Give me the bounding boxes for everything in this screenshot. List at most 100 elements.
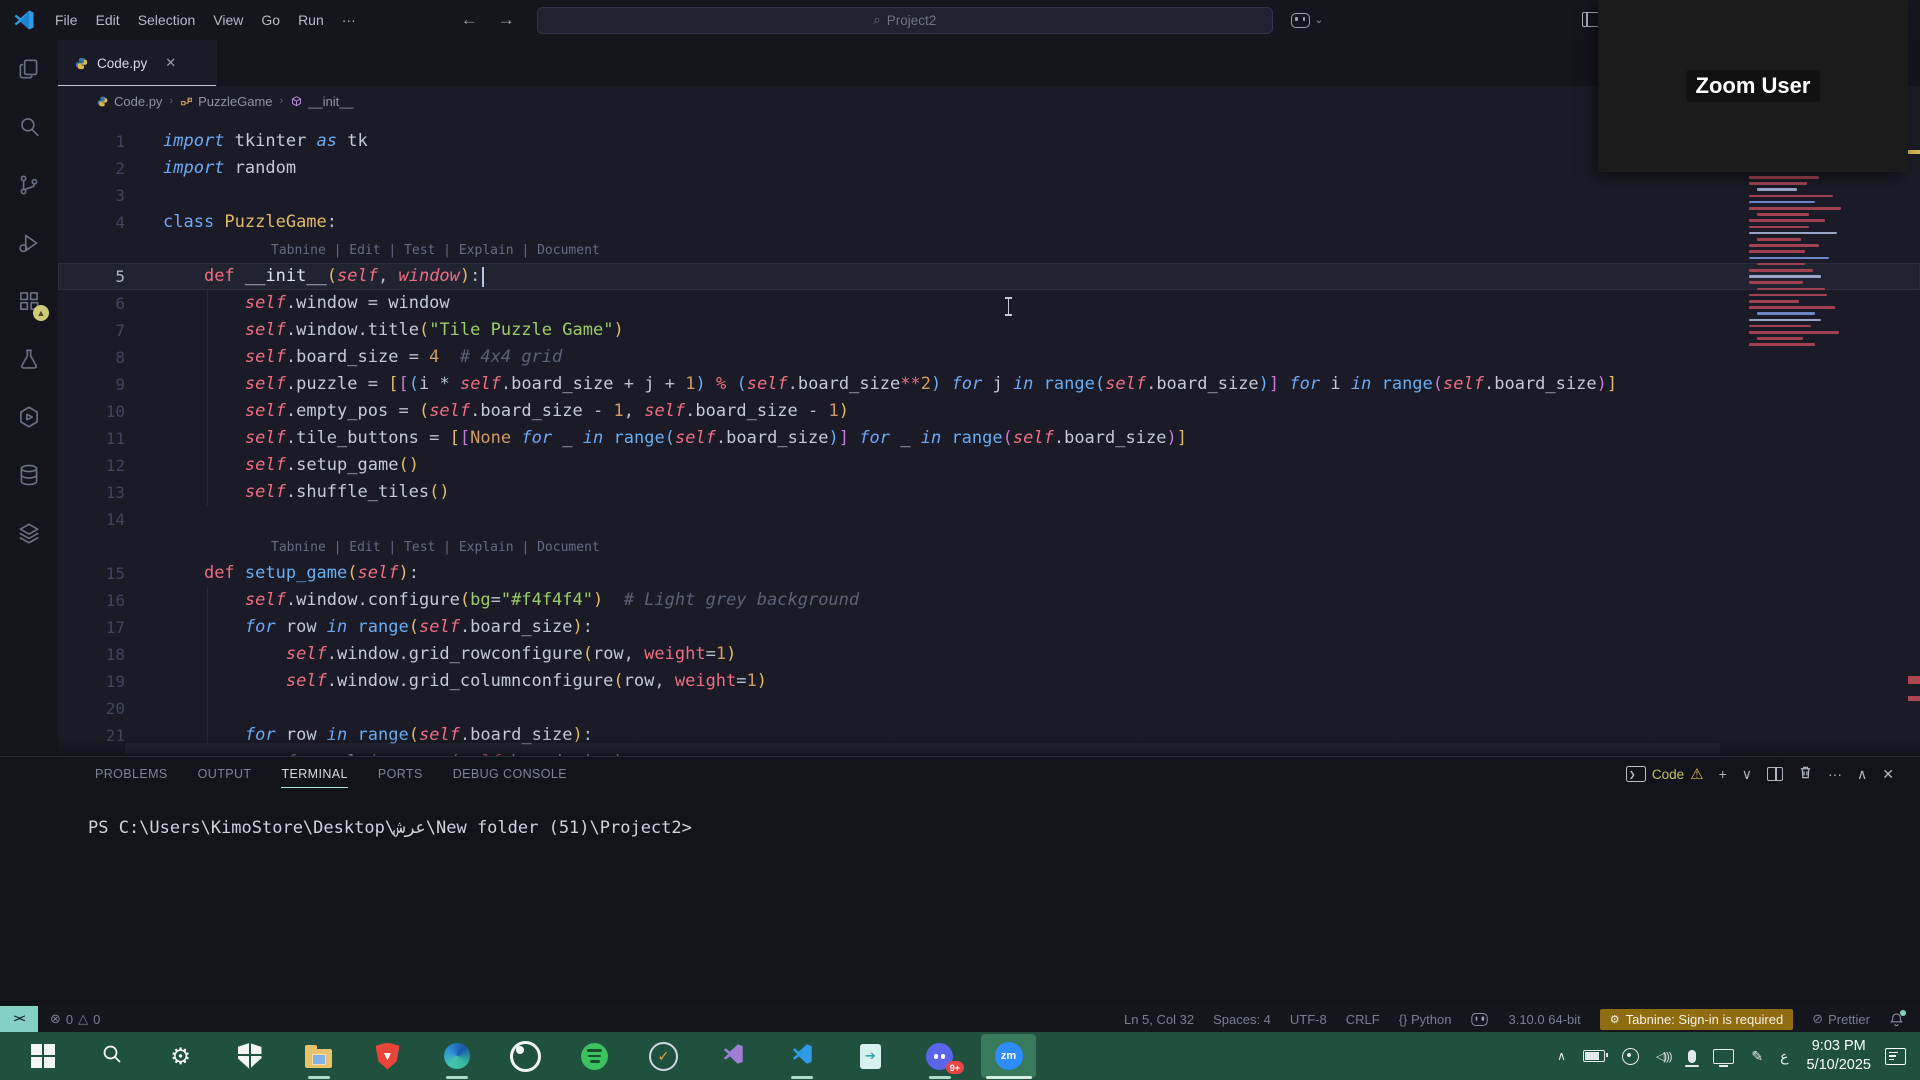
command-center-search[interactable]: ⌕ Project2	[537, 7, 1273, 34]
activitybar-hex-tool[interactable]	[0, 388, 58, 446]
status-python-version[interactable]: 3.10.0 64-bit	[1508, 1012, 1580, 1027]
taskbar-vscode-button[interactable]	[767, 1032, 836, 1080]
panel-tab-terminal[interactable]: TERMINAL	[281, 767, 347, 788]
activitybar-extensions[interactable]: ▲	[0, 272, 58, 330]
camera-icon[interactable]	[1622, 1048, 1639, 1065]
status-language[interactable]: {} Python	[1399, 1012, 1452, 1027]
codelens-row[interactable]: Tabnine | Edit | Test | Explain | Docume…	[58, 533, 1920, 560]
taskbar-zoom-button[interactable]: zm	[974, 1032, 1043, 1080]
codelens-links[interactable]: Tabnine | Edit | Test | Explain | Docume…	[271, 533, 600, 560]
code-line[interactable]: 5 def __init__(self, window):	[58, 263, 1920, 290]
copilot-menu[interactable]: ⌄	[1291, 13, 1323, 28]
taskbar-discord-button[interactable]: 9+	[905, 1032, 974, 1080]
plus-icon[interactable]: +	[1719, 766, 1727, 782]
status-notifications[interactable]	[1889, 1012, 1904, 1027]
activitybar-source-control[interactable]	[0, 156, 58, 214]
ellipsis-icon[interactable]: ···	[1828, 766, 1842, 782]
panel-tab-debug-console[interactable]: DEBUG CONSOLE	[453, 767, 567, 788]
code-line[interactable]: 14	[58, 506, 1920, 533]
battery-icon[interactable]	[1583, 1050, 1605, 1062]
taskbar-foxit-button[interactable]: ➔	[836, 1032, 905, 1080]
close-icon[interactable]: ✕	[1882, 766, 1894, 783]
chevron-up-icon[interactable]: ∧	[1857, 766, 1867, 783]
taskbar-spotify-button[interactable]	[560, 1032, 629, 1080]
menu-view[interactable]: View	[204, 8, 252, 32]
language-indicator[interactable]: ع	[1780, 1048, 1788, 1065]
terminal[interactable]: PS C:\Users\KimoStore\Desktop\عرش\New fo…	[0, 788, 1920, 838]
code-line[interactable]: 15 def setup_game(self):	[58, 560, 1920, 587]
editor-scrollbar[interactable]	[1908, 40, 1920, 756]
status-problems[interactable]: ⊗ 0 △ 0	[50, 1011, 100, 1027]
activitybar-layers[interactable]	[0, 504, 58, 562]
breadcrumb-item-Code.py[interactable]: Code.py	[96, 94, 162, 109]
activitybar-run-debug[interactable]	[0, 214, 58, 272]
tab-code-py[interactable]: Code.py ✕	[58, 40, 217, 86]
speaker-icon[interactable]: ◁)))	[1656, 1050, 1671, 1063]
panel-tab-output[interactable]: OUTPUT	[198, 767, 252, 788]
status-tabnine[interactable]: ⚙Tabnine: Sign-in is required	[1600, 1009, 1793, 1030]
taskbar-settings-button[interactable]: ⚙	[146, 1032, 215, 1080]
forward-icon[interactable]: →	[498, 10, 515, 30]
codelens-row[interactable]: Tabnine | Edit | Test | Explain | Docume…	[58, 236, 1920, 263]
menu-go[interactable]: Go	[252, 8, 289, 32]
code-line[interactable]: 13 self.shuffle_tiles()	[58, 479, 1920, 506]
status-copilot[interactable]	[1470, 1012, 1489, 1027]
taskbar-search-button[interactable]	[77, 1032, 146, 1080]
code-line[interactable]: 7 self.window.title("Tile Puzzle Game")	[58, 317, 1920, 344]
taskbar-brave-button[interactable]: ▼	[353, 1032, 422, 1080]
code-editor[interactable]: 1import tkinter as tk2import random34cla…	[58, 116, 1920, 756]
taskbar-ticktick-button[interactable]: ✓	[629, 1032, 698, 1080]
activitybar-testing[interactable]	[0, 330, 58, 388]
split-icon[interactable]	[1767, 767, 1783, 781]
code-line[interactable]: 6 self.window = window	[58, 290, 1920, 317]
code-line[interactable]: 12 self.setup_game()	[58, 452, 1920, 479]
zoom-participant-window[interactable]: Zoom User	[1598, 0, 1908, 172]
minimap[interactable]	[1745, 172, 1908, 354]
notifications-icon[interactable]	[1885, 1048, 1906, 1065]
code-line[interactable]: 16 self.window.configure(bg="#f4f4f4") #…	[58, 587, 1920, 614]
menu-file[interactable]: File	[46, 8, 87, 32]
code-line[interactable]: 19 self.window.grid_columnconfigure(row,…	[58, 668, 1920, 695]
chevron-up-icon[interactable]: ∧	[1557, 1049, 1566, 1063]
code-line[interactable]: 8 self.board_size = 4 # 4x4 grid	[58, 344, 1920, 371]
breadcrumb-item-PuzzleGame[interactable]: PuzzleGame	[180, 94, 272, 109]
activitybar-explorer[interactable]	[0, 40, 58, 98]
code-line[interactable]: 20	[58, 695, 1920, 722]
status-eol[interactable]: CRLF	[1346, 1012, 1380, 1027]
code-line[interactable]: 9 self.puzzle = [[(i * self.board_size +…	[58, 371, 1920, 398]
code-line[interactable]: 17 for row in range(self.board_size):	[58, 614, 1920, 641]
code-line[interactable]: 4class PuzzleGame:	[58, 209, 1920, 236]
back-icon[interactable]: ←	[461, 10, 478, 30]
status-cursor-position[interactable]: Ln 5, Col 32	[1124, 1012, 1194, 1027]
trash-icon[interactable]	[1798, 765, 1813, 783]
panel-tab-problems[interactable]: PROBLEMS	[95, 767, 168, 788]
close-icon[interactable]: ✕	[165, 55, 176, 71]
activitybar-search[interactable]	[0, 98, 58, 156]
status-indentation[interactable]: Spaces: 4	[1213, 1012, 1271, 1027]
code-line[interactable]: 3	[58, 182, 1920, 209]
menu-[interactable]: ···	[333, 8, 365, 32]
chevron-down-icon[interactable]: ∨	[1742, 766, 1752, 783]
menu-edit[interactable]: Edit	[87, 8, 129, 32]
taskbar-file-explorer-button[interactable]	[284, 1032, 353, 1080]
menu-run[interactable]: Run	[289, 8, 333, 32]
terminal-profile[interactable]: ❯Code⚠	[1626, 765, 1704, 783]
status-encoding[interactable]: UTF-8	[1290, 1012, 1327, 1027]
taskbar-edge-button[interactable]	[422, 1032, 491, 1080]
taskbar-defender-button[interactable]	[215, 1032, 284, 1080]
taskbar-start-button[interactable]	[8, 1032, 77, 1080]
codelens-links[interactable]: Tabnine | Edit | Test | Explain | Docume…	[271, 236, 600, 263]
display-icon[interactable]	[1713, 1049, 1734, 1064]
breadcrumb-item-init[interactable]: __init__	[290, 94, 354, 109]
panel-tab-ports[interactable]: PORTS	[378, 767, 423, 788]
status-prettier[interactable]: ⊘Prettier	[1812, 1011, 1870, 1027]
taskbar-obs-button[interactable]	[491, 1032, 560, 1080]
menu-selection[interactable]: Selection	[129, 8, 205, 32]
pen-icon[interactable]: ✎	[1751, 1048, 1763, 1065]
taskbar-visual-studio-button[interactable]	[698, 1032, 767, 1080]
code-line[interactable]: 18 self.window.grid_rowconfigure(row, we…	[58, 641, 1920, 668]
taskbar-clock[interactable]: 9:03 PM 5/10/2025	[1806, 1037, 1871, 1075]
code-line[interactable]: 10 self.empty_pos = (self.board_size - 1…	[58, 398, 1920, 425]
remote-indicator[interactable]: ><	[0, 1006, 38, 1032]
activitybar-database[interactable]	[0, 446, 58, 504]
